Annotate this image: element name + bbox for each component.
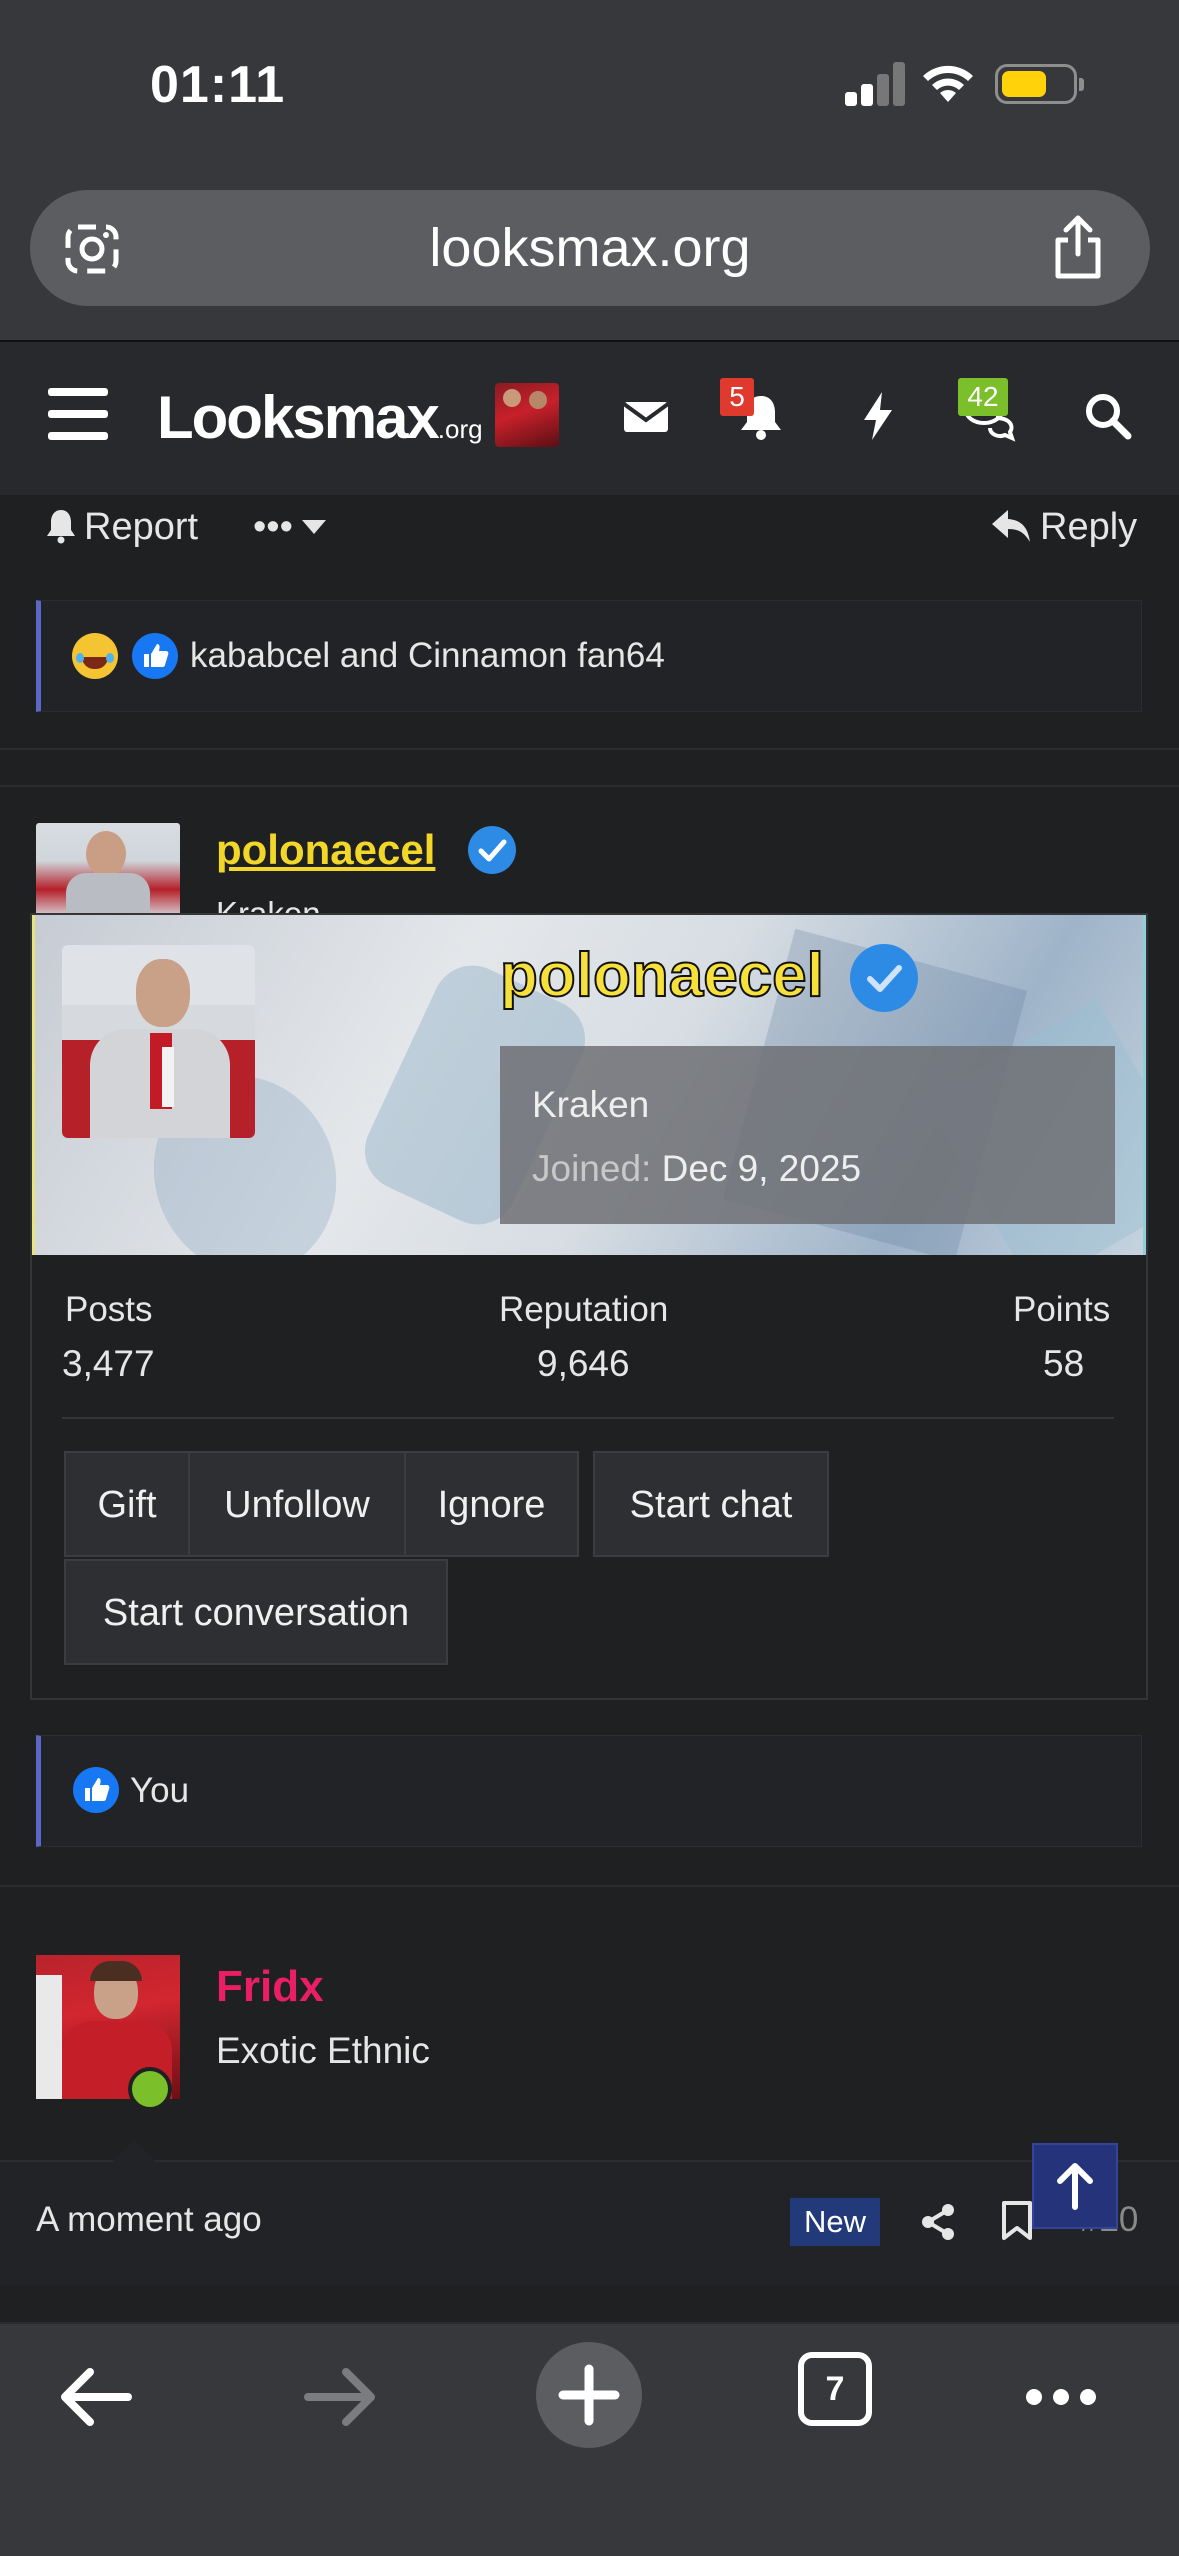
user-card-info-panel — [500, 1046, 1115, 1224]
share-post-icon[interactable] — [918, 2202, 958, 2242]
stat-points-label: Points — [1013, 1290, 1111, 1329]
stat-posts-label: Posts — [65, 1290, 153, 1329]
report-bell-icon — [47, 510, 75, 544]
wifi-icon — [923, 65, 973, 102]
account-avatar[interactable] — [495, 383, 559, 447]
visual-lookup-icon[interactable] — [62, 219, 122, 279]
report-link[interactable]: Report — [84, 500, 198, 554]
stat-reputation-value: 9,646 — [537, 1343, 630, 1384]
search-icon[interactable] — [1080, 388, 1136, 444]
battery-icon — [995, 64, 1084, 104]
user-card-joined: Joined: Dec 9, 2025 — [532, 1148, 862, 1189]
reactions-bar[interactable] — [36, 1735, 1142, 1847]
poster-username[interactable]: polonaecel — [216, 826, 435, 874]
card-divider — [62, 1417, 1114, 1419]
start-chat-button[interactable]: Start chat — [593, 1451, 829, 1557]
laughing-emoji-icon — [72, 633, 118, 679]
tabs-count-button[interactable]: 7 — [798, 2352, 872, 2426]
status-time: 01:11 — [150, 56, 286, 114]
ignore-button[interactable]: Ignore — [404, 1451, 579, 1557]
new-tab-button[interactable] — [536, 2342, 642, 2448]
alerts-count-badge: 5 — [720, 378, 754, 416]
url-text[interactable]: looksmax.org — [30, 190, 1150, 306]
poster-username[interactable]: Fridx — [216, 1962, 324, 2012]
post-divider — [0, 748, 1179, 750]
forward-arrow-icon[interactable] — [296, 2352, 386, 2442]
site-logo[interactable]: Looksmax.org — [157, 383, 483, 452]
chevron-down-icon — [302, 520, 326, 534]
reply-arrow-icon — [992, 510, 1030, 542]
scroll-to-top-button[interactable] — [1032, 2143, 1118, 2229]
new-badge: New — [790, 2198, 881, 2246]
stat-points-value: 58 — [1043, 1343, 1085, 1384]
user-card-avatar[interactable] — [62, 945, 255, 1138]
reply-link[interactable]: Reply — [1040, 500, 1137, 554]
post-timestamp[interactable]: A moment ago — [36, 2200, 262, 2240]
start-conversation-button[interactable]: Start conversation — [64, 1559, 448, 1665]
back-arrow-icon[interactable] — [50, 2352, 140, 2442]
verified-badge-icon — [850, 944, 918, 1012]
unfollow-button[interactable]: Unfollow — [188, 1451, 406, 1557]
like-reaction-icon — [73, 1767, 119, 1813]
poster-title-peek: Kraken — [216, 895, 321, 913]
reaction-users[interactable]: kababcel and Cinnamon fan64 — [190, 636, 665, 676]
post-divider — [0, 1885, 1179, 1887]
bolt-icon[interactable] — [850, 388, 906, 444]
cellular-signal-icon — [845, 62, 907, 106]
like-reaction-icon — [132, 633, 178, 679]
more-menu-icon[interactable] — [1016, 2352, 1106, 2442]
bookmark-icon[interactable] — [1000, 2200, 1034, 2242]
stat-posts-value: 3,477 — [62, 1343, 155, 1384]
post-arrow — [112, 2140, 156, 2162]
menu-icon[interactable] — [48, 388, 108, 440]
inbox-icon[interactable] — [618, 388, 674, 444]
poster-title: Exotic Ethnic — [216, 2030, 430, 2071]
verified-badge-icon — [468, 826, 516, 874]
poster-avatar[interactable] — [36, 823, 180, 918]
share-icon[interactable] — [1048, 214, 1108, 280]
user-card-username[interactable]: polonaecel — [499, 940, 825, 1011]
reaction-users[interactable]: You — [130, 1771, 189, 1811]
online-status-indicator — [128, 2067, 172, 2111]
user-card-title: Kraken — [532, 1084, 650, 1125]
gift-button[interactable]: Gift — [64, 1451, 190, 1557]
stat-reputation-label: Reputation — [499, 1290, 669, 1329]
conversations-count-badge: 42 — [958, 378, 1008, 416]
more-options-button[interactable]: ••• — [253, 500, 293, 554]
post-divider — [0, 785, 1179, 787]
